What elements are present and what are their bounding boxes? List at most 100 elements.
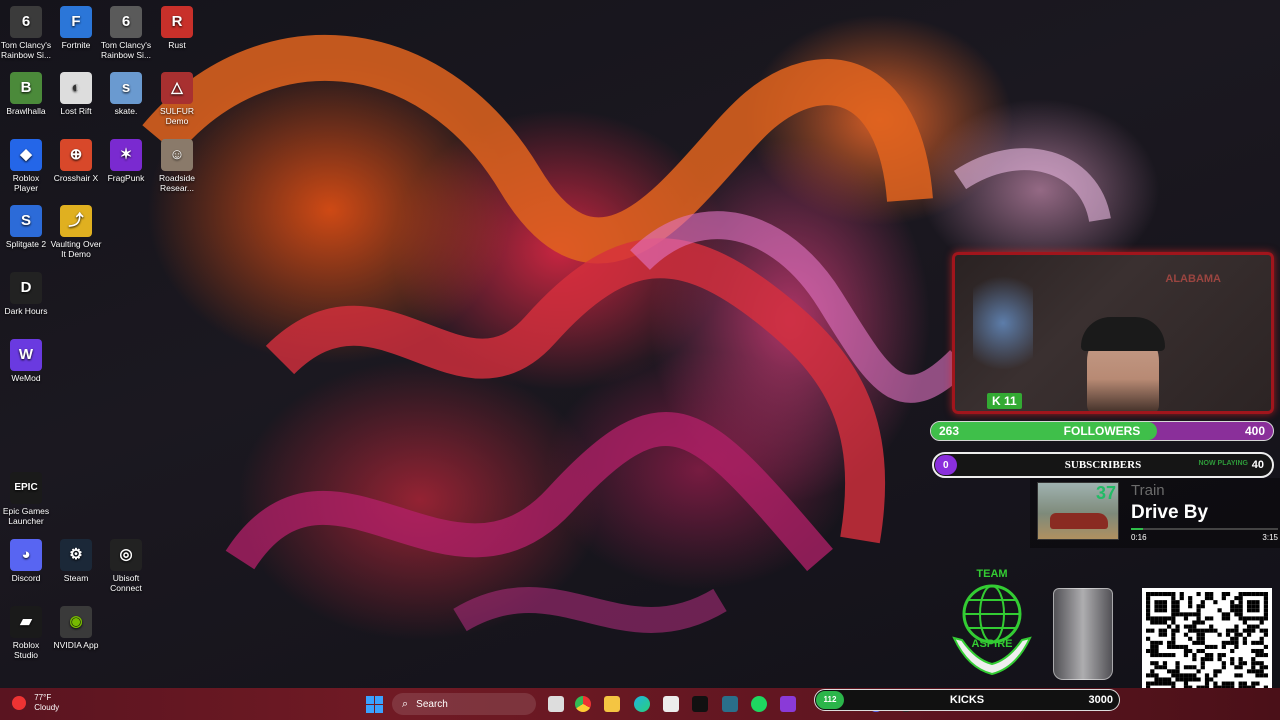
qr-module <box>1158 592 1163 597</box>
qr-module <box>1221 596 1226 601</box>
chrome-icon[interactable] <box>575 696 591 712</box>
desktop-icon-label: Vaulting Over It Demo <box>50 239 102 259</box>
qr-module <box>1204 677 1210 682</box>
qr-module <box>1171 608 1176 613</box>
desktop-icon-label: WeMod <box>11 373 41 383</box>
qr-module <box>1175 669 1180 674</box>
qr-module <box>1217 608 1222 613</box>
desktop-icon[interactable]: ⊕ Crosshair X <box>50 139 102 183</box>
desktop-icon[interactable]: 6 Tom Clancy's Rainbow Si... <box>0 6 52 60</box>
desktop-icon[interactable]: ▰ Roblox Studio <box>0 606 52 660</box>
qr-module <box>1192 673 1197 678</box>
desktop-icon[interactable]: ◕ Discord <box>0 539 52 583</box>
desktop-icon[interactable]: ◎ Ubisoft Connect <box>100 539 152 593</box>
qr-module <box>1251 665 1256 670</box>
desktop-icon[interactable]: S Splitgate 2 <box>0 205 52 249</box>
qr-module <box>1230 640 1235 645</box>
qr-module <box>1183 644 1189 649</box>
splitgate-icon: S <box>10 205 42 237</box>
wall-sign: ALABAMA <box>1165 273 1221 285</box>
qr-module <box>1221 665 1226 670</box>
qr-module <box>1158 600 1163 605</box>
desktop-icon[interactable]: ⤴ Vaulting Over It Demo <box>50 205 102 259</box>
qr-module <box>1221 681 1226 686</box>
qr-module <box>1154 616 1159 621</box>
discord-icon: ◕ <box>10 539 42 571</box>
qr-module <box>1263 653 1268 658</box>
skate-icon: s <box>110 72 142 104</box>
qr-module <box>1150 673 1155 678</box>
app-icon[interactable] <box>780 696 796 712</box>
start-button[interactable] <box>366 696 383 713</box>
qr-module <box>1150 592 1155 597</box>
qr-module <box>1183 681 1189 686</box>
qr-module <box>1175 661 1180 666</box>
qr-module <box>1162 628 1168 633</box>
qr-module <box>1221 616 1226 621</box>
qr-module <box>1162 592 1168 597</box>
qr-module <box>1251 616 1256 621</box>
qr-module <box>1158 681 1163 686</box>
qr-module <box>1234 665 1239 670</box>
qr-module <box>1192 677 1197 682</box>
edge-icon[interactable] <box>634 696 650 712</box>
qr-module <box>1255 681 1260 686</box>
qr-module <box>1251 669 1256 674</box>
media-icon[interactable] <box>722 696 738 712</box>
store-icon[interactable] <box>663 696 679 712</box>
desktop-icon[interactable]: s skate. <box>100 72 152 116</box>
qr-module <box>1259 620 1264 625</box>
qr-module <box>1242 640 1247 645</box>
desktop-icon[interactable]: 6 Tom Clancy's Rainbow Si... <box>100 6 152 60</box>
desktop-icon[interactable]: △ SULFUR Demo <box>151 72 203 126</box>
qr-module <box>1175 665 1180 670</box>
qr-module <box>1167 592 1172 597</box>
task-view-icon[interactable] <box>548 696 564 712</box>
sulfur-icon: △ <box>161 72 193 104</box>
desktop-icon-label: Discord <box>11 573 41 583</box>
weather-widget[interactable]: 77°F Cloudy <box>12 693 59 713</box>
qr-module <box>1234 596 1239 601</box>
qr-module <box>1162 665 1168 670</box>
epic-games-icon: EPIC <box>10 472 42 504</box>
desktop-icon[interactable]: ⚙ Steam <box>50 539 102 583</box>
desktop-icon[interactable]: B Brawlhalla <box>0 72 52 116</box>
tiktok-icon[interactable] <box>692 696 708 712</box>
qr-module <box>1259 616 1264 621</box>
qr-module <box>1150 644 1155 649</box>
qr-module <box>1200 604 1205 609</box>
taskbar-search[interactable]: ⌕ Search <box>392 693 536 715</box>
qr-module <box>1192 612 1197 617</box>
qr-module <box>1238 616 1243 621</box>
qr-module <box>1263 673 1268 678</box>
qr-module <box>1175 644 1180 649</box>
desktop-icon[interactable]: D Dark Hours <box>0 272 52 316</box>
qr-module <box>1146 616 1151 621</box>
qr-module <box>1162 620 1168 625</box>
qr-module <box>1171 620 1176 625</box>
album-art: 37 <box>1037 482 1119 540</box>
desktop-icon[interactable]: R Rust <box>151 6 203 50</box>
desktop-icon[interactable]: ☺ Roadside Resear... <box>151 139 203 193</box>
qr-module <box>1221 661 1226 666</box>
desktop-icon[interactable]: F Fortnite <box>50 6 102 50</box>
desktop-icon[interactable]: ◐ Lost Rift <box>50 72 102 116</box>
qr-module <box>1255 608 1260 613</box>
qr-module <box>1221 592 1226 597</box>
file-explorer-icon[interactable] <box>604 696 620 712</box>
desktop-icon[interactable]: ◆ Roblox Player <box>0 139 52 193</box>
qr-module <box>1192 620 1197 625</box>
qr-module <box>1225 616 1231 621</box>
qr-module <box>1200 648 1205 654</box>
desktop-icon[interactable]: ✶ FragPunk <box>100 139 152 183</box>
qr-module <box>1150 681 1155 686</box>
spotify-icon[interactable] <box>751 696 767 712</box>
desktop-icon[interactable]: W WeMod <box>0 339 52 383</box>
desktop-icon[interactable]: EPIC Epic Games Launcher <box>0 472 52 526</box>
qr-module <box>1150 648 1155 654</box>
qr-module <box>1246 616 1252 621</box>
qr-module <box>1242 592 1247 597</box>
qr-module <box>1251 628 1256 633</box>
desktop-icon[interactable]: ◉ NVIDIA App <box>50 606 102 650</box>
qr-module <box>1158 640 1163 645</box>
